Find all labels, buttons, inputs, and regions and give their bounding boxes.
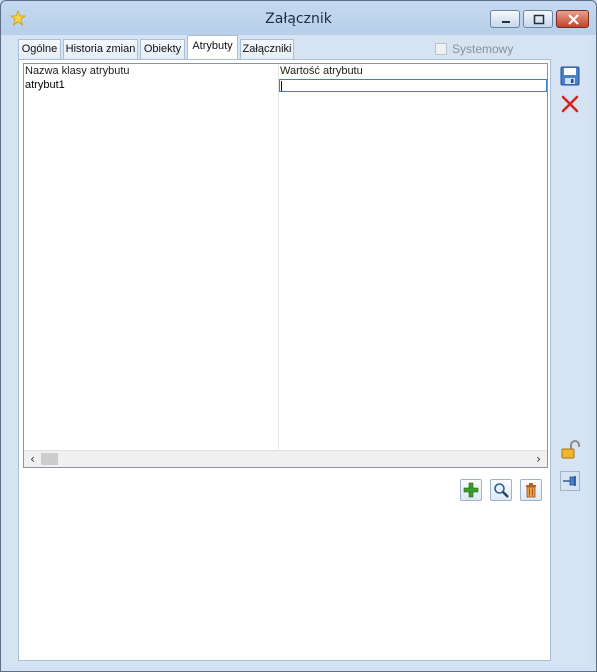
tab-atrybuty[interactable]: Atrybuty [187, 35, 238, 59]
close-button[interactable] [556, 10, 589, 28]
horizontal-scrollbar[interactable]: ‹ › [24, 450, 547, 467]
tab-zalaczniki[interactable]: Załączniki [240, 39, 294, 59]
cancel-button[interactable] [559, 93, 581, 115]
tab-historia-zmian[interactable]: Historia zmian [63, 39, 138, 59]
systemowy-label: Systemowy [452, 42, 514, 56]
cell-attribute-value-input[interactable] [279, 79, 547, 92]
attributes-tab-panel: Nazwa klasy atrybutu Wartość atrybutu at… [18, 59, 551, 661]
scrollbar-thumb[interactable] [41, 453, 58, 465]
tab-obiekty[interactable]: Obiekty [140, 39, 185, 59]
save-button[interactable] [559, 65, 581, 87]
systemowy-checkbox-box[interactable] [435, 43, 447, 55]
tab-ogolne[interactable]: Ogólne [18, 39, 61, 59]
minimize-button[interactable] [490, 10, 520, 28]
text-caret [281, 81, 282, 91]
attachment-window: Załącznik Ogólne Historia zmian Obiekty … [0, 0, 597, 672]
lock-button[interactable] [559, 439, 581, 461]
view-button[interactable] [490, 479, 512, 501]
scroll-left-icon[interactable]: ‹ [24, 451, 41, 467]
delete-button[interactable] [520, 479, 542, 501]
table-row[interactable]: atrybut1 [24, 78, 547, 93]
column-separator [278, 64, 279, 450]
title-bar[interactable]: Załącznik [1, 1, 596, 35]
cell-attribute-name[interactable]: atrybut1 [25, 78, 65, 93]
grid-header: Nazwa klasy atrybutu Wartość atrybutu [24, 64, 547, 78]
column-header-attribute-class[interactable]: Nazwa klasy atrybutu [25, 64, 130, 78]
scroll-right-icon[interactable]: › [530, 451, 547, 467]
add-button[interactable] [460, 479, 482, 501]
maximize-button[interactable] [523, 10, 553, 28]
attributes-grid: Nazwa klasy atrybutu Wartość atrybutu at… [23, 63, 548, 468]
column-header-attribute-value[interactable]: Wartość atrybutu [280, 64, 363, 78]
pin-button[interactable] [559, 470, 581, 492]
window-client-area: Ogólne Historia zmian Obiekty Atrybuty Z… [8, 35, 590, 665]
